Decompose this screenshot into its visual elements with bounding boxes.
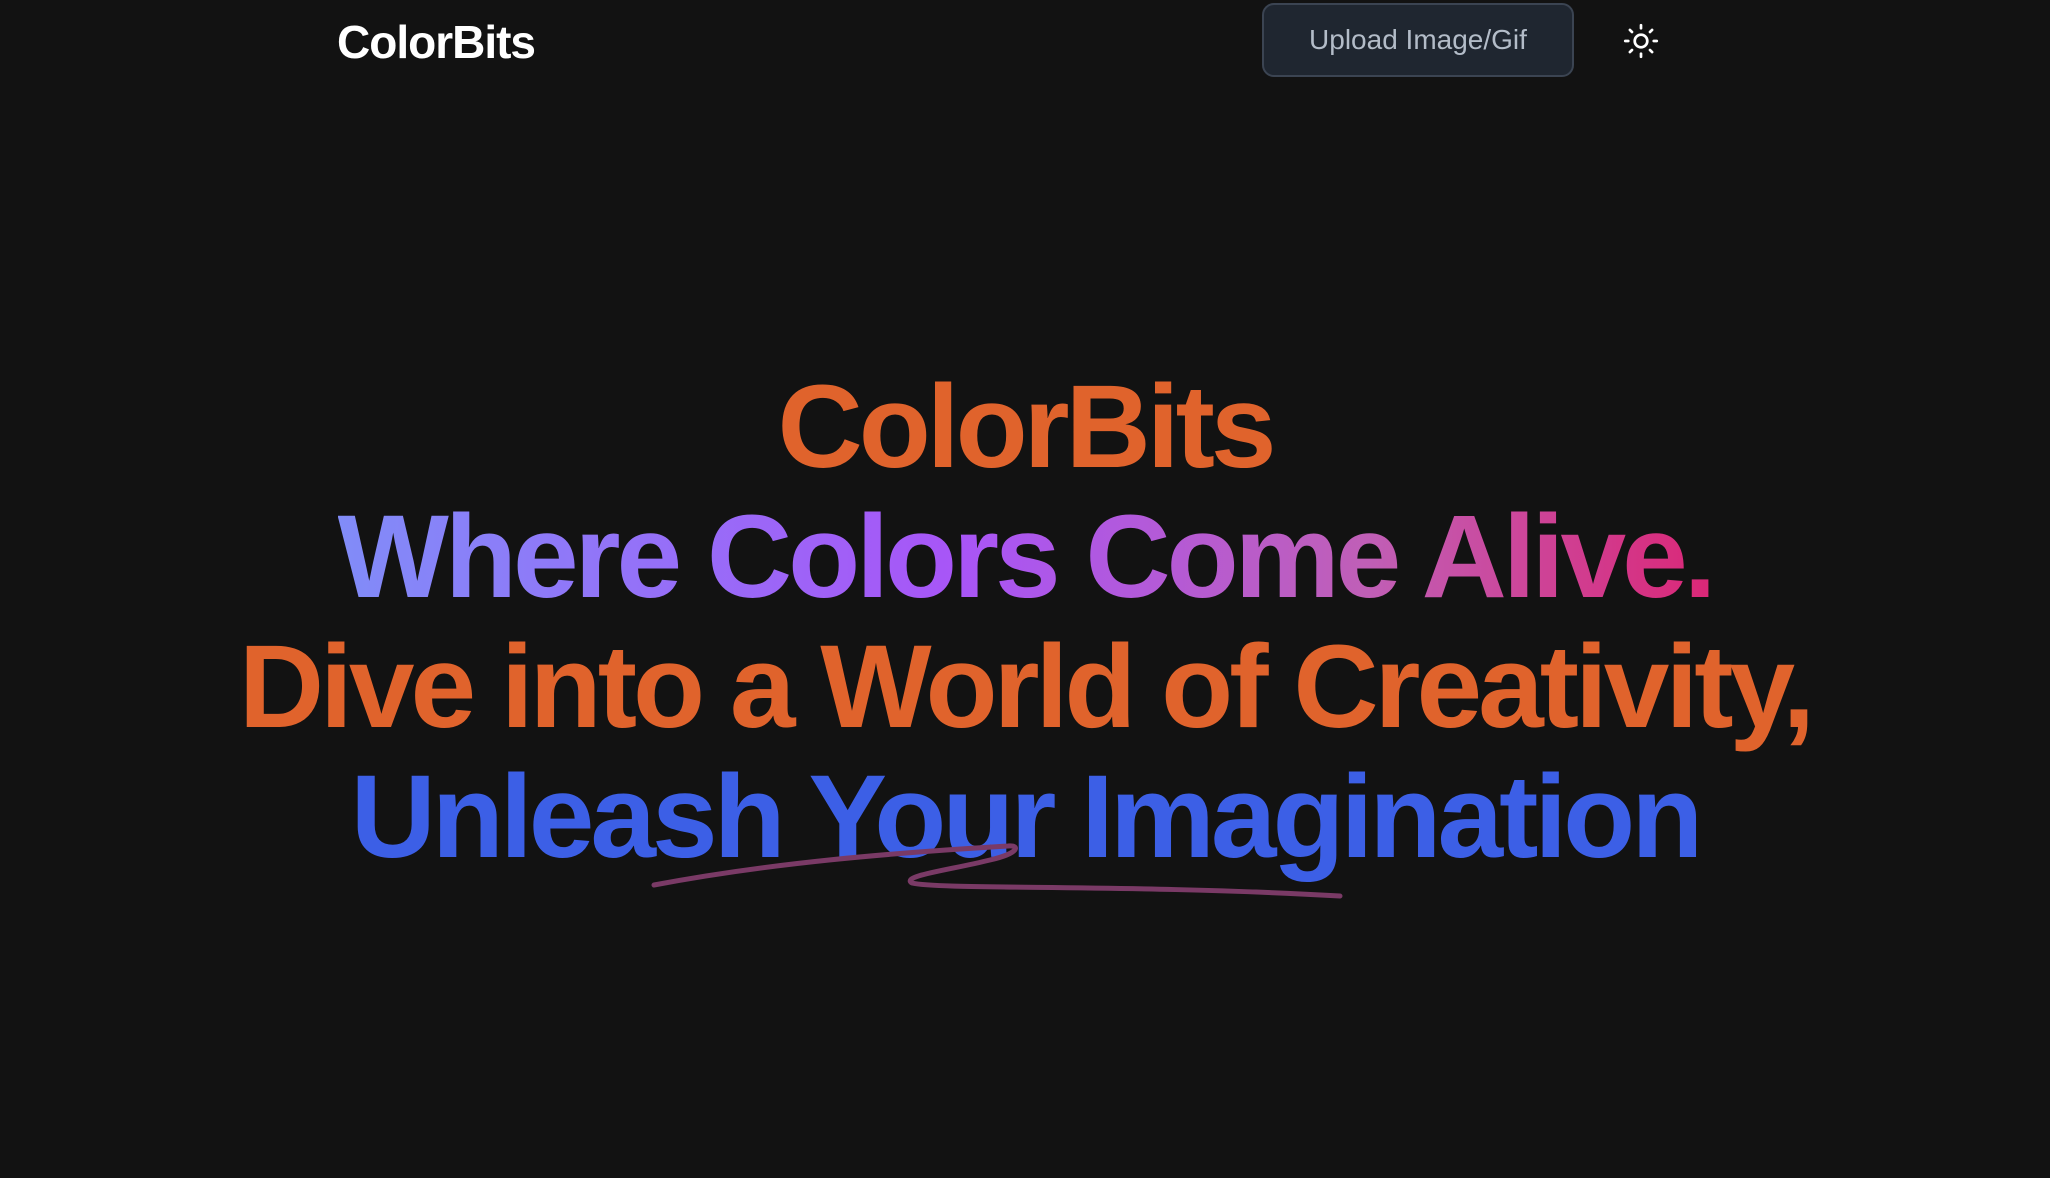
hero-heading: ColorBits Where Colors Come Alive. Dive … [0, 362, 2050, 882]
hero-tagline-row: Where Colors Come Alive. [0, 492, 2050, 622]
squiggle-underline [651, 843, 1343, 899]
navbar: ColorBits Upload Image/Gif [0, 0, 2050, 84]
hero-tagline: Where Colors Come Alive. [337, 491, 1717, 623]
page: ColorBits Upload Image/Gif ColorBits Whe… [0, 0, 2050, 1178]
hero-title: ColorBits [777, 361, 1277, 493]
hero-subtitle: Dive into a World of Creativity, [238, 621, 1815, 753]
brand-logo[interactable]: ColorBits [337, 14, 536, 70]
sun-icon [1623, 23, 1659, 59]
theme-toggle-button[interactable] [1620, 20, 1662, 62]
upload-image-button[interactable]: Upload Image/Gif [1262, 3, 1574, 77]
